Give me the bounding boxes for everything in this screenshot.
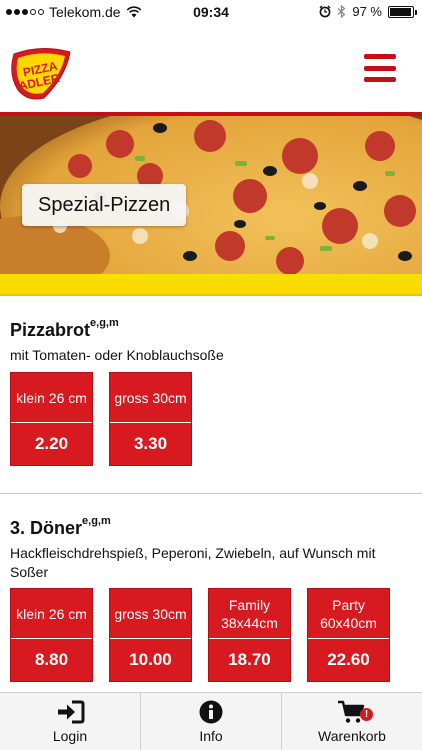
- product-description: Hackfleischdrehspieß, Peperoni, Zwiebeln…: [10, 545, 376, 580]
- bluetooth-icon: [337, 5, 346, 18]
- alarm-icon: [319, 5, 331, 18]
- pizza-adler-logo[interactable]: PIZZA ADLER: [8, 46, 74, 104]
- size-option-button[interactable]: Party 60x40cm 22.60: [307, 588, 390, 682]
- size-price: 3.30: [133, 434, 168, 453]
- size-options: klein 26 cm 2.20 gross 30cm 3.30: [10, 372, 192, 466]
- bottom-tab-bar: Login Info ! Warenkorb: [0, 692, 422, 750]
- size-price: 22.60: [327, 650, 370, 669]
- allergen-codes: e,g,m: [82, 515, 111, 527]
- allergen-codes: e,g,m: [90, 317, 119, 329]
- product-title: Pizzabrote,g,m: [10, 317, 119, 341]
- battery-icon: [388, 5, 417, 18]
- info-icon: [199, 700, 223, 723]
- cart-icon-wrap: !: [337, 700, 373, 724]
- tab-login[interactable]: Login: [0, 693, 141, 750]
- product-card: Pizzabrote,g,m mit Tomaten- oder Knoblau…: [0, 296, 422, 494]
- battery-level: [390, 7, 412, 16]
- product-title: 3. Dönere,g,m: [10, 515, 111, 539]
- product-card: 3. Dönere,g,m Hackfleischdrehspieß, Pepe…: [0, 494, 422, 692]
- login-icon: [58, 700, 85, 723]
- size-label: gross 30cm: [110, 373, 191, 423]
- size-option-button[interactable]: Family 38x44cm 18.70: [208, 588, 291, 682]
- product-name: Pizzabrot: [10, 320, 91, 340]
- battery-percent: 97 %: [352, 4, 382, 19]
- size-option-button[interactable]: gross 30cm 3.30: [109, 372, 192, 466]
- size-label: Party 60x40cm: [308, 589, 389, 639]
- product-description: mit Tomaten- oder Knoblauchsoße: [10, 347, 224, 363]
- app-header: PIZZA ADLER: [0, 24, 422, 116]
- size-price: 8.80: [34, 650, 69, 669]
- tab-info-label: Info: [199, 727, 223, 744]
- category-hero-image: Spezial-Pizzen: [0, 116, 422, 274]
- tab-cart-label: Warenkorb: [318, 727, 386, 744]
- cart-alert-badge: !: [360, 707, 373, 721]
- hero-color-band: [0, 274, 422, 296]
- size-option-button[interactable]: klein 26 cm 2.20: [10, 372, 93, 466]
- status-icons: 97 %: [319, 4, 417, 19]
- product-name: 3. Döner: [10, 518, 83, 538]
- category-title: Spezial-Pizzen: [22, 184, 187, 226]
- size-price: 10.00: [129, 650, 172, 669]
- size-price: 2.20: [34, 434, 69, 453]
- size-options: klein 26 cm 8.80 gross 30cm 10.00 Family…: [10, 588, 390, 682]
- size-label: klein 26 cm: [11, 589, 92, 639]
- size-option-button[interactable]: gross 30cm 10.00: [109, 588, 192, 682]
- tab-cart[interactable]: ! Warenkorb: [282, 693, 422, 750]
- status-bar: Telekom.de 09:34 97 %: [0, 0, 422, 24]
- size-label: gross 30cm: [110, 589, 191, 639]
- size-option-button[interactable]: klein 26 cm 8.80: [10, 588, 93, 682]
- size-price: 18.70: [228, 650, 271, 669]
- hamburger-menu-icon[interactable]: [364, 54, 396, 82]
- size-label: Family 38x44cm: [209, 589, 290, 639]
- size-label: klein 26 cm: [11, 373, 92, 423]
- tab-info[interactable]: Info: [141, 693, 282, 750]
- tab-login-label: Login: [52, 727, 88, 744]
